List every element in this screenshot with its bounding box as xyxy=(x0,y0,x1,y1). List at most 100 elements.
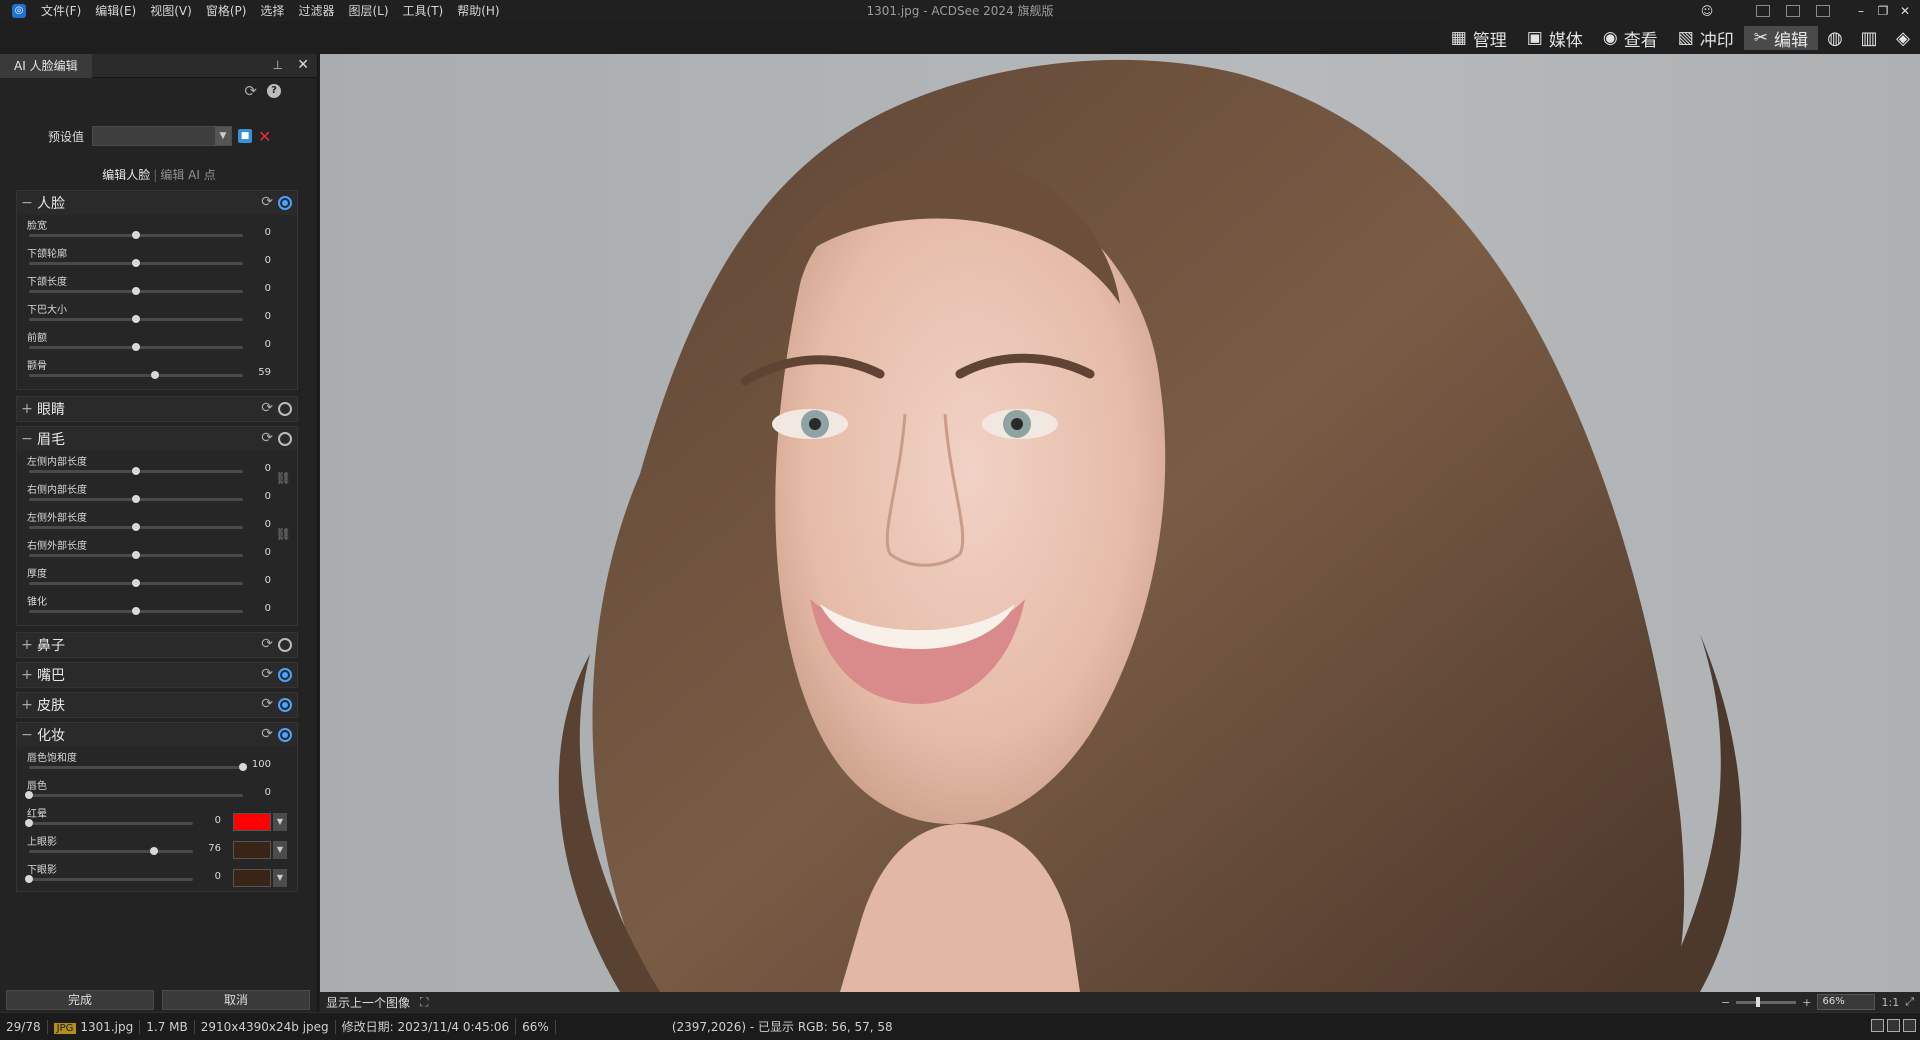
preset-dropdown[interactable]: ▼ xyxy=(92,126,233,146)
view-mode-icon[interactable] xyxy=(1871,1019,1884,1032)
expand-icon[interactable]: + xyxy=(17,401,37,417)
slider[interactable] xyxy=(29,847,193,855)
slider[interactable] xyxy=(29,315,243,323)
reset-icon[interactable]: ⟳ xyxy=(261,194,273,210)
slider-thumb[interactable] xyxy=(132,551,140,559)
slider[interactable] xyxy=(29,579,243,587)
close-window-icon[interactable]: ✕ xyxy=(1894,4,1916,18)
slider[interactable] xyxy=(29,371,243,379)
slider[interactable] xyxy=(25,791,243,799)
help-icon[interactable]: ? xyxy=(267,84,281,98)
slider[interactable] xyxy=(29,763,247,771)
fullscreen-icon[interactable]: ⛶ xyxy=(420,995,428,1010)
people-icon[interactable]: ◍ xyxy=(1818,26,1852,50)
cancel-button[interactable]: 取消 xyxy=(162,990,310,1010)
section-header[interactable]: − 化妆 ⟳ xyxy=(17,723,297,747)
close-icon[interactable]: ✕ xyxy=(297,57,309,73)
slider-value[interactable]: 0 xyxy=(265,575,271,586)
mode-tab-manage[interactable]: ▦ 管理 xyxy=(1441,26,1517,51)
reset-all-icon[interactable]: ⟳ xyxy=(244,82,257,100)
slider[interactable] xyxy=(29,287,243,295)
slider[interactable] xyxy=(29,607,243,615)
layout-left-icon[interactable] xyxy=(1756,5,1770,17)
slider-value[interactable]: 0 xyxy=(265,547,271,558)
slider-thumb[interactable] xyxy=(25,791,33,799)
slider-thumb[interactable] xyxy=(132,467,140,475)
color-swatch[interactable] xyxy=(233,841,271,859)
slider-value[interactable]: 0 xyxy=(265,311,271,322)
slider[interactable] xyxy=(29,551,243,559)
slider-value[interactable]: 0 xyxy=(215,871,221,882)
mode-tab-develop[interactable]: ▧ 冲印 xyxy=(1668,26,1744,51)
check-icon[interactable] xyxy=(1903,1019,1916,1032)
enable-toggle-icon[interactable] xyxy=(278,638,292,652)
reset-icon[interactable]: ⟳ xyxy=(261,666,273,682)
enable-toggle-icon[interactable] xyxy=(278,728,292,742)
enable-toggle-icon[interactable] xyxy=(278,196,292,210)
chevron-down-icon[interactable]: ▼ xyxy=(273,869,287,887)
slider-thumb[interactable] xyxy=(132,231,140,239)
account-icon[interactable]: ☺ xyxy=(1696,4,1718,18)
zoom-slider[interactable] xyxy=(1736,996,1797,1007)
done-button[interactable]: 完成 xyxy=(6,990,154,1010)
expand-icon[interactable]: + xyxy=(17,697,37,713)
cloud-eye-icon[interactable]: ◈ xyxy=(1886,26,1920,50)
mode-tab-view[interactable]: ◉ 查看 xyxy=(1593,26,1668,51)
menu-select[interactable]: 选择 xyxy=(253,0,291,22)
slider-thumb[interactable] xyxy=(239,763,247,771)
compare-icon[interactable] xyxy=(1887,1019,1900,1032)
color-swatch[interactable] xyxy=(233,869,271,887)
tab-edit-ai-points[interactable]: 编辑 AI 点 xyxy=(160,168,215,182)
section-header[interactable]: − 眉毛 ⟳ xyxy=(17,427,297,451)
collapse-icon[interactable]: − xyxy=(17,195,37,211)
image-canvas[interactable]: ✕ xyxy=(320,54,1920,992)
menu-tools[interactable]: 工具(T) xyxy=(396,0,451,22)
enable-toggle-icon[interactable] xyxy=(278,432,292,446)
section-header[interactable]: + 皮肤 ⟳ xyxy=(17,693,297,717)
reset-icon[interactable]: ⟳ xyxy=(261,636,273,652)
fit-window-icon[interactable]: ⤢ xyxy=(1905,995,1914,1009)
layout-bottom-icon[interactable] xyxy=(1786,5,1800,17)
menu-view[interactable]: 视图(V) xyxy=(143,0,199,22)
slider-value[interactable]: 0 xyxy=(265,227,271,238)
slider-thumb[interactable] xyxy=(132,495,140,503)
reset-icon[interactable]: ⟳ xyxy=(261,726,273,742)
slider-thumb[interactable] xyxy=(25,819,33,827)
slider-thumb[interactable] xyxy=(132,579,140,587)
slider-value[interactable]: 0 xyxy=(215,815,221,826)
menu-help[interactable]: 帮助(H) xyxy=(450,0,506,22)
save-icon[interactable]: ■ xyxy=(238,129,253,143)
menu-filter[interactable]: 过滤器 xyxy=(291,0,341,22)
zoom-in-icon[interactable]: + xyxy=(1802,996,1811,1009)
slider-value[interactable]: 0 xyxy=(265,603,271,614)
slider[interactable] xyxy=(29,467,243,475)
reset-icon[interactable]: ⟳ xyxy=(261,696,273,712)
slider-value[interactable]: 0 xyxy=(265,339,271,350)
slider[interactable] xyxy=(25,819,193,827)
slider-thumb[interactable] xyxy=(149,847,158,855)
enable-toggle-icon[interactable] xyxy=(278,698,292,712)
section-header[interactable]: + 鼻子 ⟳ xyxy=(17,633,297,657)
expand-icon[interactable]: + xyxy=(17,637,37,653)
collapse-icon[interactable]: − xyxy=(17,431,37,447)
section-header[interactable]: − 人脸 ⟳ xyxy=(17,191,297,215)
color-swatch[interactable] xyxy=(233,813,271,831)
menu-layer[interactable]: 图层(L) xyxy=(341,0,395,22)
slider-value[interactable]: 76 xyxy=(208,843,221,854)
pin-icon[interactable]: ⊥ xyxy=(273,58,283,72)
slider-thumb[interactable] xyxy=(132,315,140,323)
show-previous-image-button[interactable]: 显示上一个图像 xyxy=(326,994,410,1011)
enable-toggle-icon[interactable] xyxy=(278,402,292,416)
slider[interactable] xyxy=(29,231,243,239)
dashboard-icon[interactable]: ▥ xyxy=(1852,26,1886,50)
slider[interactable] xyxy=(29,495,243,503)
slider[interactable] xyxy=(25,875,193,883)
chevron-down-icon[interactable]: ▼ xyxy=(273,841,287,859)
slider-value[interactable]: 0 xyxy=(265,283,271,294)
reset-icon[interactable]: ⟳ xyxy=(261,400,273,416)
zoom-slider-thumb[interactable] xyxy=(1756,996,1761,1007)
slider-value[interactable]: 0 xyxy=(265,463,271,474)
slider-value[interactable]: 100 xyxy=(252,759,271,770)
slider-thumb[interactable] xyxy=(132,259,140,267)
slider-thumb[interactable] xyxy=(132,343,140,351)
